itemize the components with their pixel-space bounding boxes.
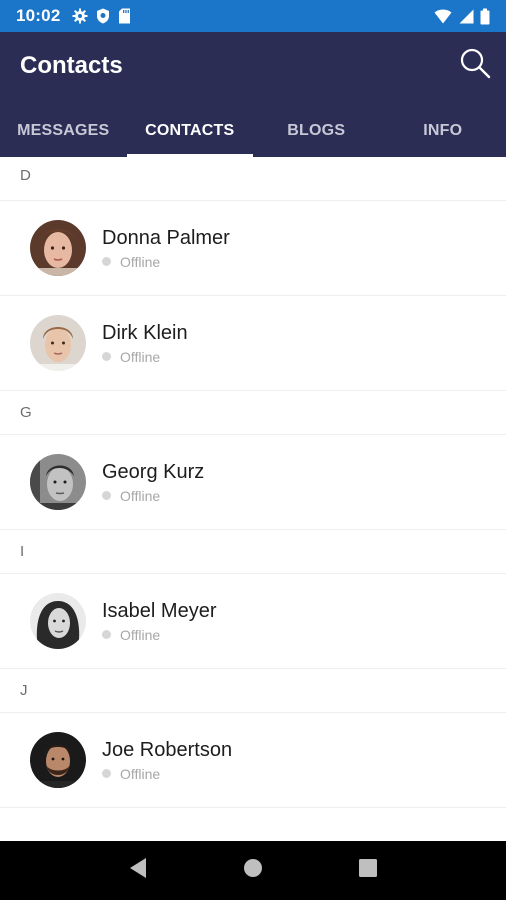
contact-row-isabel-meyer[interactable]: Isabel Meyer Offline bbox=[0, 574, 506, 669]
contact-row-dirk-klein[interactable]: Dirk Klein Offline bbox=[0, 296, 506, 391]
contact-row-georg-kurz[interactable]: Georg Kurz Offline bbox=[0, 435, 506, 530]
contact-row-donna-palmer[interactable]: Donna Palmer Offline bbox=[0, 201, 506, 296]
tab-blogs[interactable]: BLOGS bbox=[253, 104, 380, 157]
app-bar: Contacts MESSAGES CONTACTS BLOGS INFO bbox=[0, 32, 506, 157]
contact-status: Offline bbox=[102, 766, 232, 782]
contact-name: Isabel Meyer bbox=[102, 599, 217, 622]
contact-name: Donna Palmer bbox=[102, 226, 230, 249]
recents-button[interactable] bbox=[348, 851, 388, 891]
tab-bar: MESSAGES CONTACTS BLOGS INFO bbox=[0, 104, 506, 157]
status-dot bbox=[102, 769, 111, 778]
shield-icon bbox=[96, 8, 110, 24]
gear-icon bbox=[72, 8, 88, 24]
status-icons-right bbox=[434, 8, 490, 25]
avatar bbox=[30, 315, 86, 371]
back-button[interactable] bbox=[118, 851, 158, 891]
battery-icon bbox=[480, 8, 490, 25]
recents-icon bbox=[358, 858, 378, 883]
avatar bbox=[30, 454, 86, 510]
contact-row-joe-robertson[interactable]: Joe Robertson Offline bbox=[0, 713, 506, 808]
home-button[interactable] bbox=[233, 851, 273, 891]
search-icon bbox=[459, 47, 491, 84]
back-icon bbox=[128, 857, 148, 884]
status-label: Offline bbox=[120, 253, 161, 270]
avatar bbox=[30, 732, 86, 788]
page-title: Contacts bbox=[20, 52, 123, 79]
status-label: Offline bbox=[120, 348, 161, 365]
contact-name: Dirk Klein bbox=[102, 321, 188, 344]
contact-name: Joe Robertson bbox=[102, 738, 233, 761]
contact-status: Offline bbox=[102, 488, 204, 504]
section-header-g: G bbox=[0, 391, 506, 435]
status-dot bbox=[102, 630, 111, 639]
status-label: Offline bbox=[120, 487, 161, 504]
tab-info[interactable]: INFO bbox=[380, 104, 506, 157]
system-nav-bar bbox=[0, 841, 506, 900]
status-label: Offline bbox=[120, 626, 161, 643]
contact-text: Dirk Klein Offline bbox=[102, 322, 188, 365]
home-icon bbox=[243, 858, 263, 883]
contact-text: Georg Kurz Offline bbox=[102, 461, 204, 504]
status-dot bbox=[102, 257, 111, 266]
contact-status: Offline bbox=[102, 349, 188, 365]
status-icons-left bbox=[72, 8, 131, 24]
status-dot bbox=[102, 352, 111, 361]
tab-contacts[interactable]: CONTACTS bbox=[126, 104, 254, 157]
contact-status: Offline bbox=[102, 254, 230, 270]
signal-icon bbox=[458, 9, 474, 24]
status-bar: 10:02 bbox=[0, 0, 506, 32]
sd-card-icon bbox=[118, 8, 131, 24]
contact-text: Donna Palmer Offline bbox=[102, 227, 230, 270]
section-header-d: D bbox=[0, 157, 506, 201]
wifi-icon bbox=[434, 9, 452, 24]
tab-messages[interactable]: MESSAGES bbox=[0, 104, 127, 157]
contact-status: Offline bbox=[102, 627, 217, 643]
avatar bbox=[30, 593, 86, 649]
section-header-i: I bbox=[0, 530, 506, 574]
section-header-j: J bbox=[0, 669, 506, 713]
status-label: Offline bbox=[120, 765, 161, 782]
avatar bbox=[30, 220, 86, 276]
status-dot bbox=[102, 491, 111, 500]
contact-text: Joe Robertson Offline bbox=[102, 739, 232, 782]
contact-text: Isabel Meyer Offline bbox=[102, 600, 217, 643]
status-time: 10:02 bbox=[16, 6, 61, 25]
contact-list[interactable]: D Donna Palmer Offline Dirk Klein Offlin… bbox=[0, 157, 506, 841]
search-button[interactable] bbox=[458, 48, 492, 82]
contact-name: Georg Kurz bbox=[102, 460, 205, 483]
